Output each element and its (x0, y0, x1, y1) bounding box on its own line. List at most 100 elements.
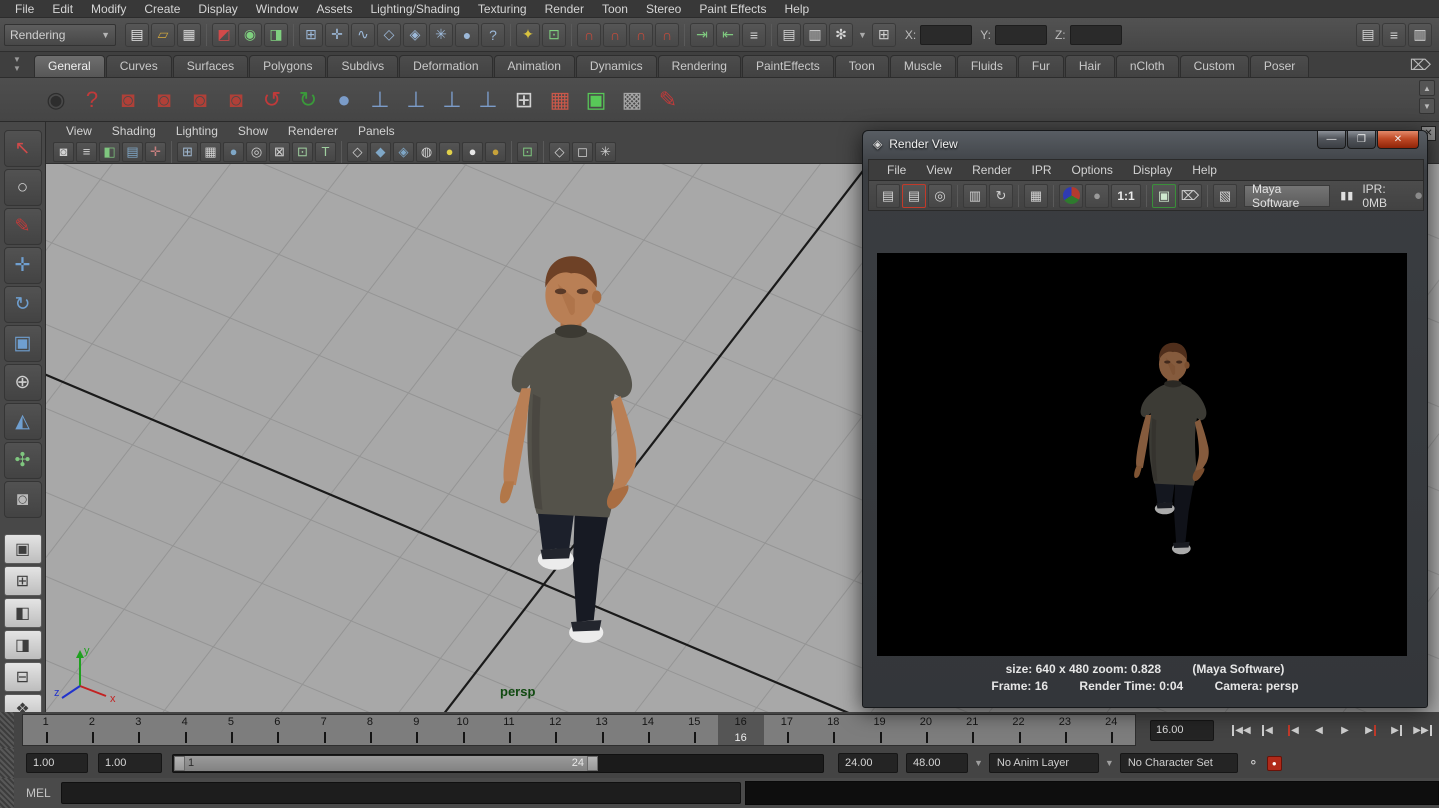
redo-previous-render-icon[interactable]: ▤ (902, 184, 926, 208)
shelf-tab-deformation[interactable]: Deformation (399, 55, 492, 77)
animation-end-field[interactable] (906, 753, 968, 773)
undo-icon[interactable]: ↺ (254, 82, 290, 118)
shelf-tab-custom[interactable]: Custom (1180, 55, 1249, 77)
playback-start-field[interactable] (98, 753, 162, 773)
render-current-frame-icon[interactable]: ▤ (777, 23, 801, 47)
camera-zoom-icon[interactable]: ◙ (218, 82, 254, 118)
panel-menu-show[interactable]: Show (228, 124, 278, 138)
menu-display[interactable]: Display (189, 2, 246, 16)
shelf-tab-toon[interactable]: Toon (835, 55, 889, 77)
go-to-start-button[interactable]: ◀◀ (1228, 719, 1254, 742)
snap-help-icon[interactable]: ? (481, 23, 505, 47)
frame-21[interactable]: 21 (950, 715, 996, 745)
command-line-output[interactable] (745, 781, 1439, 805)
select-hierarchy-icon[interactable]: ◩ (212, 23, 236, 47)
region-render-icon[interactable]: ▦ (1024, 184, 1048, 208)
step-back-key-button[interactable]: ◀ (1254, 719, 1280, 742)
shelf-menu-button[interactable]: ▼ ▼ (0, 51, 34, 77)
frame-10[interactable]: 10 (440, 715, 486, 745)
shelf-tab-muscle[interactable]: Muscle (890, 55, 956, 77)
range-end-handle[interactable] (587, 756, 598, 771)
paint-selection-tool[interactable]: ✎ (4, 208, 42, 245)
wireframe-icon[interactable]: ◇ (347, 142, 368, 162)
y-coordinate-field[interactable] (995, 25, 1047, 45)
rv-menu-view[interactable]: View (916, 163, 962, 177)
menu-set-selector[interactable]: Rendering ▼ (4, 24, 116, 46)
shelf-tab-fur[interactable]: Fur (1018, 55, 1064, 77)
shelf-tab-painteffects[interactable]: PaintEffects (742, 55, 834, 77)
lighting-default-icon[interactable]: ● (462, 142, 483, 162)
camera-orbit-icon[interactable]: ◙ (110, 82, 146, 118)
channel-box-toggle-icon[interactable]: ▥ (1408, 23, 1432, 47)
play-backwards-button[interactable]: ◀ (1306, 719, 1332, 742)
scene-preview-icon[interactable]: ◉ (38, 82, 74, 118)
rotate-tool[interactable]: ↻ (4, 286, 42, 323)
rv-menu-render[interactable]: Render (962, 163, 1021, 177)
drag-handle[interactable] (0, 748, 14, 778)
frame-24[interactable]: 24 (1089, 715, 1135, 745)
menu-assets[interactable]: Assets (307, 2, 361, 16)
safe-title-icon[interactable]: T (315, 142, 336, 162)
xray-icon[interactable]: ◻ (572, 142, 593, 162)
frame-5[interactable]: 5 (208, 715, 254, 745)
wireframe-on-shaded-icon[interactable]: ◇ (549, 142, 570, 162)
drag-handle[interactable] (0, 778, 14, 808)
single-pane-layout[interactable]: ▣ (4, 534, 42, 564)
snap-magnet-grid-icon[interactable]: ∩ (577, 23, 601, 47)
character-model[interactable] (476, 242, 666, 679)
menu-modify[interactable]: Modify (82, 2, 135, 16)
absolute-relative-toggle-icon[interactable]: ⊞ (872, 23, 896, 47)
universal-manipulator-tool[interactable]: ⊕ (4, 364, 42, 401)
frame-8[interactable]: 8 (347, 715, 393, 745)
shelf-tab-subdivs[interactable]: Subdivs (327, 55, 398, 77)
menu-edit[interactable]: Edit (43, 2, 82, 16)
rv-menu-file[interactable]: File (877, 163, 916, 177)
frame-ruler[interactable]: 1234567891011121314151616171819202122232… (22, 714, 1136, 746)
outliner-icon[interactable]: ⊞ (506, 82, 542, 118)
panel-menu-shading[interactable]: Shading (102, 124, 166, 138)
film-gate-icon[interactable]: ▦ (200, 142, 221, 162)
bookmark-icon[interactable]: ◧ (99, 142, 120, 162)
scroll-up-icon[interactable]: ▲ (1419, 80, 1435, 96)
menu-stereo[interactable]: Stereo (637, 2, 690, 16)
lock-selection-icon[interactable]: ✦ (516, 23, 540, 47)
frame-11[interactable]: 11 (486, 715, 532, 745)
step-forward-key-button[interactable]: ▶ (1384, 719, 1410, 742)
remove-image-icon[interactable]: ⌦ (1178, 184, 1202, 208)
menu-window[interactable]: Window (247, 2, 308, 16)
shelf-tab-dynamics[interactable]: Dynamics (576, 55, 657, 77)
set-key-icon[interactable]: ⚬ (1248, 755, 1259, 771)
snap-curve-icon[interactable]: ∿ (351, 23, 375, 47)
menu-help[interactable]: Help (776, 2, 819, 16)
chevron-down-icon[interactable]: ▼ (974, 758, 983, 768)
current-time-field[interactable] (1150, 720, 1214, 741)
image-plane-icon[interactable]: ▤ (122, 142, 143, 162)
shelf-tab-ncloth[interactable]: nCloth (1116, 55, 1179, 77)
snapshot-icon[interactable]: ◎ (928, 184, 952, 208)
playback-range-bar[interactable]: 1 24 (174, 756, 598, 771)
frame-15[interactable]: 15 (672, 715, 718, 745)
command-line-language-label[interactable]: MEL (26, 786, 51, 800)
paint-script-icon[interactable]: ✎ (650, 82, 686, 118)
chevron-down-icon[interactable]: ▼ (858, 30, 867, 40)
panel-menu-lighting[interactable]: Lighting (166, 124, 228, 138)
panel-menu-view[interactable]: View (56, 124, 102, 138)
select-camera-icon[interactable]: ◙ (53, 142, 74, 162)
open-scene-icon[interactable]: ▱ (151, 23, 175, 47)
camera-track-icon[interactable]: ◙ (146, 82, 182, 118)
new-scene-icon[interactable]: ▤ (125, 23, 149, 47)
parent-icon[interactable]: ⊥ (434, 82, 470, 118)
shelf-tab-surfaces[interactable]: Surfaces (173, 55, 248, 77)
shelf-tab-general[interactable]: General (34, 55, 105, 77)
group-icon[interactable]: ▦ (542, 82, 578, 118)
combine-icon[interactable]: ▩ (614, 82, 650, 118)
trash-icon[interactable]: ⌦ (1410, 56, 1431, 74)
rv-menu-help[interactable]: Help (1182, 163, 1227, 177)
drag-handle[interactable] (0, 712, 14, 748)
range-track[interactable]: 1 24 (172, 754, 824, 773)
use-default-material-icon[interactable]: ◍ (416, 142, 437, 162)
move-tool[interactable]: ✛ (4, 247, 42, 284)
lighting-all-icon[interactable]: ● (439, 142, 460, 162)
frame-22[interactable]: 22 (996, 715, 1042, 745)
auto-keyframe-toggle[interactable]: ● (1267, 756, 1282, 771)
